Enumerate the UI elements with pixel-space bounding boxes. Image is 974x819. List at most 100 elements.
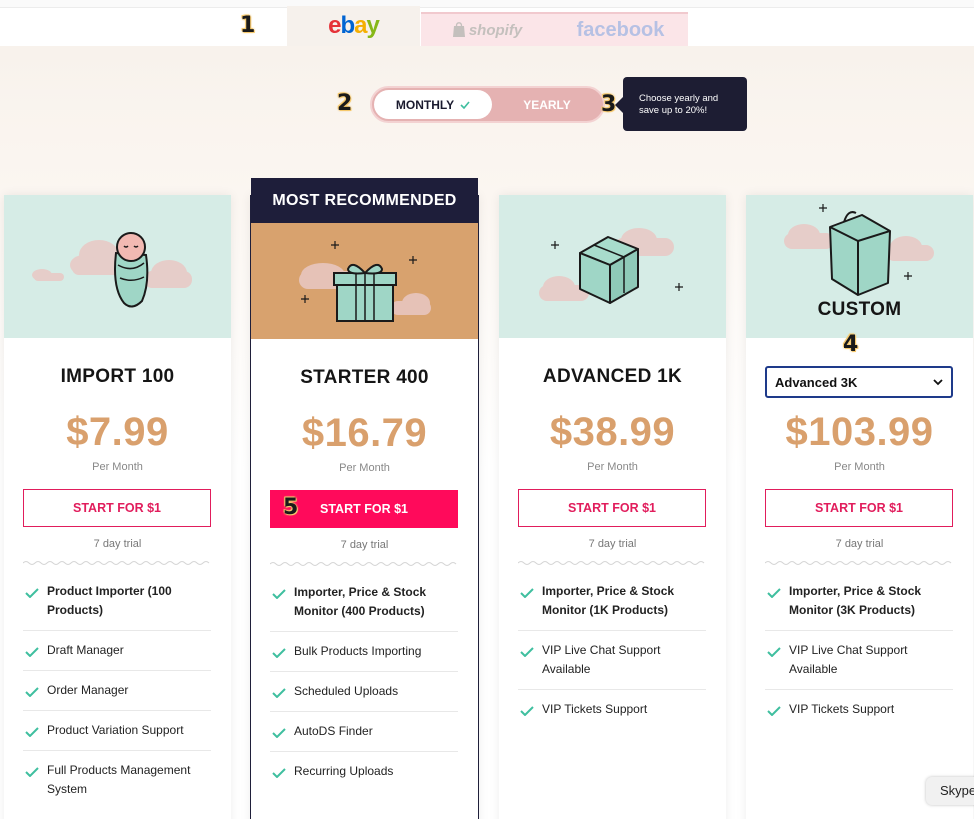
tab-facebook[interactable]: facebook	[553, 12, 688, 46]
feature-text: Scheduled Uploads	[294, 684, 399, 698]
check-icon	[272, 728, 286, 738]
check-icon	[767, 647, 781, 657]
wavy-divider	[765, 561, 952, 565]
plan-header	[499, 195, 726, 338]
check-icon	[272, 648, 286, 658]
plan-name: CUSTOM	[817, 299, 902, 320]
check-icon	[25, 647, 39, 657]
trial-note: 7 day trial	[340, 539, 389, 551]
feature-text: Bulk Products Importing	[294, 644, 422, 658]
tab-shopify[interactable]: shopify	[421, 12, 553, 46]
feature-text: VIP Tickets Support	[789, 702, 895, 716]
wavy-divider	[270, 562, 457, 566]
feature-text: Full Products Management System	[47, 763, 191, 796]
plan-header	[251, 223, 478, 339]
trial-note: 7 day trial	[93, 538, 142, 550]
feature-item: Importer, Price & Stock Monitor (3K Prod…	[765, 572, 953, 631]
feature-item: Draft Manager	[23, 631, 211, 671]
select-value: Advanced 3K	[775, 374, 858, 390]
plan-period: Per Month	[834, 461, 885, 473]
plan-header	[4, 195, 231, 338]
facebook-logo: facebook	[576, 18, 665, 41]
start-trial-button[interactable]: START FOR $1	[765, 489, 953, 527]
feature-item: Bulk Products Importing	[270, 632, 458, 672]
tab-ebay[interactable]: ebay	[287, 6, 420, 46]
plan-price: $7.99	[66, 410, 169, 454]
feature-text: Importer, Price & Stock Monitor (3K Prod…	[789, 584, 922, 617]
feature-list: Importer, Price & Stock Monitor (3K Prod…	[765, 572, 953, 729]
start-trial-button[interactable]: START FOR $1	[518, 489, 706, 527]
plan-card-custom: CUSTOM Advanced 3K $103.99 Per Month STA…	[746, 195, 973, 819]
start-trial-button[interactable]: START FOR $1	[23, 489, 211, 527]
shopify-logo-text: shopify	[468, 21, 523, 39]
billing-toggle[interactable]: MONTHLY YEARLY	[370, 86, 605, 123]
check-icon	[25, 588, 39, 598]
feature-text: Order Manager	[47, 683, 129, 697]
plan-period: Per Month	[339, 462, 390, 474]
feature-item: Importer, Price & Stock Monitor (1K Prod…	[518, 572, 706, 631]
feature-item: Full Products Management System	[23, 751, 211, 809]
check-icon	[520, 588, 534, 598]
baby-illustration	[32, 232, 192, 308]
monthly-option[interactable]: MONTHLY	[374, 90, 492, 119]
plan-card-advanced-1k: ADVANCED 1K $38.99 Per Month START FOR $…	[499, 195, 726, 819]
feature-item: Product Variation Support	[23, 711, 211, 751]
wavy-divider	[23, 561, 210, 565]
feature-item: VIP Tickets Support	[518, 690, 706, 729]
feature-text: Importer, Price & Stock Monitor (1K Prod…	[542, 584, 675, 617]
plan-card-import-100: IMPORT 100 $7.99 Per Month START FOR $1 …	[4, 195, 231, 819]
plan-header: CUSTOM	[746, 195, 973, 338]
feature-item: Scheduled Uploads	[270, 672, 458, 712]
plan-name: ADVANCED 1K	[542, 366, 683, 387]
check-icon	[460, 100, 470, 109]
feature-item: VIP Tickets Support	[765, 690, 953, 729]
check-icon	[272, 589, 286, 599]
check-icon	[272, 688, 286, 698]
feature-text: Importer, Price & Stock Monitor (400 Pro…	[294, 585, 427, 618]
plan-name: STARTER 400	[300, 367, 429, 388]
wavy-divider	[518, 561, 705, 565]
most-recommended-banner: MOST RECOMMENDED	[251, 178, 478, 223]
feature-item: Order Manager	[23, 671, 211, 711]
feature-list: Importer, Price & Stock Monitor (400 Pro…	[270, 573, 458, 791]
feature-item: VIP Live Chat Support Available	[765, 631, 953, 690]
box-illustration	[539, 228, 683, 304]
annotation-4: 4	[843, 332, 859, 357]
feature-text: AutoDS Finder	[294, 724, 373, 738]
feature-text: VIP Live Chat Support Available	[789, 643, 908, 676]
feature-text: VIP Tickets Support	[542, 702, 648, 716]
feature-text: Recurring Uploads	[294, 764, 394, 778]
plan-size-select[interactable]: Advanced 3K	[765, 366, 953, 398]
plan-price: $38.99	[549, 410, 676, 454]
ebay-logo: ebay	[328, 12, 380, 39]
chevron-down-icon	[933, 378, 943, 385]
browser-top-strip	[0, 0, 974, 8]
feature-list: Product Importer (100 Products) Draft Ma…	[23, 572, 211, 809]
trial-note: 7 day trial	[588, 538, 637, 550]
plan-period: Per Month	[587, 461, 638, 473]
annotation-2: 2	[337, 91, 353, 116]
check-icon	[272, 768, 286, 778]
yearly-option[interactable]: YEARLY	[494, 90, 600, 119]
feature-item: VIP Live Chat Support Available	[518, 631, 706, 690]
shopify-logo: shopify	[452, 22, 522, 39]
check-icon	[25, 727, 39, 737]
feature-list: Importer, Price & Stock Monitor (1K Prod…	[518, 572, 706, 729]
yearly-savings-tooltip: Choose yearly and save up to 20%!	[615, 77, 747, 131]
check-icon	[767, 706, 781, 716]
check-icon	[25, 687, 39, 697]
feature-item: AutoDS Finder	[270, 712, 458, 752]
feature-text: Product Variation Support	[47, 723, 184, 737]
feature-item: Importer, Price & Stock Monitor (400 Pro…	[270, 573, 458, 632]
monthly-label: MONTHLY	[395, 97, 455, 112]
check-icon	[520, 706, 534, 716]
plan-name: IMPORT 100	[60, 366, 175, 387]
feature-text: Draft Manager	[47, 643, 124, 657]
trial-note: 7 day trial	[835, 538, 884, 550]
shopping-bag-icon	[452, 22, 465, 37]
check-icon	[767, 588, 781, 598]
check-icon	[520, 647, 534, 657]
check-icon	[25, 767, 39, 777]
plan-price: $103.99	[785, 410, 934, 454]
skype-chat-widget[interactable]: Skype	[926, 777, 974, 805]
